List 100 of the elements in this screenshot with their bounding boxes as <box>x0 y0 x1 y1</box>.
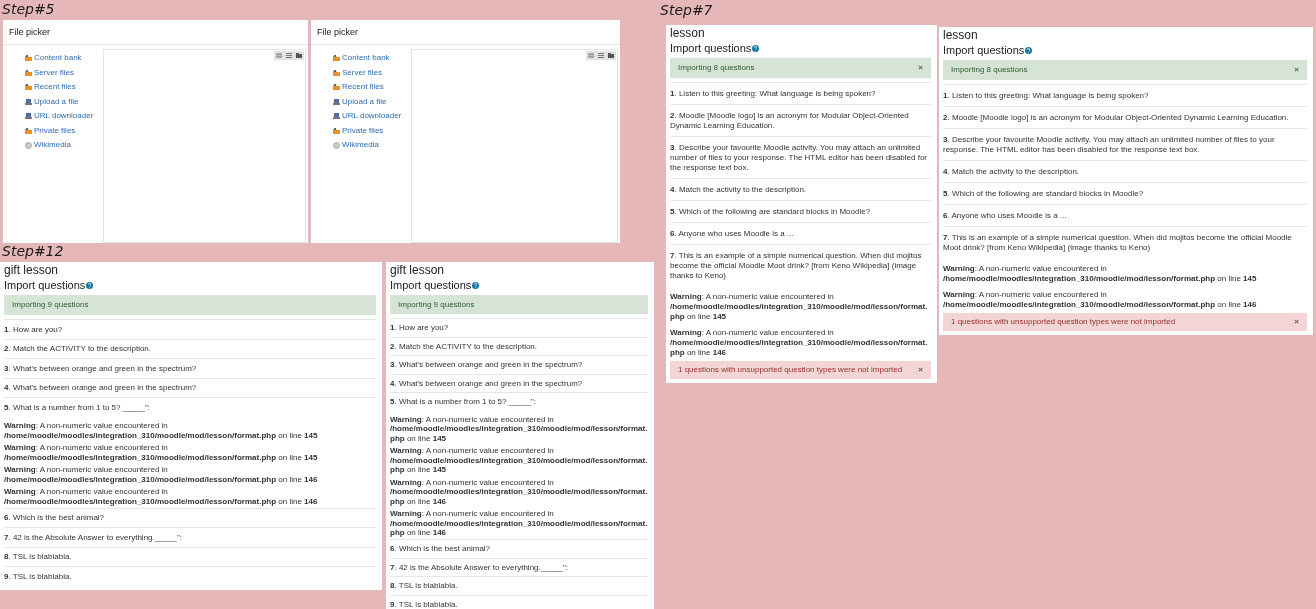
question-item: 1. How are you? <box>390 318 648 337</box>
question-item: 2. Match the ACTIVITY to the description. <box>4 338 376 358</box>
question-item: 3. What's between orange and green in the spectrum? <box>4 358 376 378</box>
question-item: 7. 42 is the Absolute Answer to everything._____": <box>390 557 648 576</box>
question-item: 1. How are you? <box>4 319 376 339</box>
notice-text: Importing 8 questions <box>951 65 1028 75</box>
folder-view-button[interactable] <box>606 51 616 60</box>
close-button[interactable]: × <box>1294 316 1299 327</box>
question-item: 3. Describe your favourite Moodle activity. You may attach an unlimited number of files to your response. The HTML editor has been disabled for the response text box. <box>943 128 1307 160</box>
help-icon[interactable] <box>1025 47 1033 54</box>
help-icon[interactable] <box>86 282 94 289</box>
question-item: 1. Listen to this greeting: What language is being spoken? <box>943 84 1307 106</box>
folder-icon <box>333 55 340 62</box>
repository-link[interactable]: Wikimedia <box>25 140 103 151</box>
folder-icon <box>25 55 32 62</box>
notice-text: Importing 9 questions <box>398 299 475 310</box>
list-view-button[interactable] <box>596 51 606 60</box>
folder-view-button[interactable] <box>294 51 304 60</box>
list-icon <box>598 53 604 58</box>
repository-link[interactable]: Content bank <box>25 53 103 64</box>
page-heading: Import questions <box>4 278 86 293</box>
dialog-title: File picker <box>3 20 308 45</box>
folder-icon <box>333 127 340 134</box>
computer-icon <box>25 98 32 105</box>
notice-text: Importing 9 questions <box>12 300 89 310</box>
repository-link[interactable]: Private files <box>333 125 411 136</box>
question-item: 6. Anyone who uses Moodle is a ... <box>943 204 1307 226</box>
question-item: 5. Which of the following are standard blocks in Moodle? <box>943 182 1307 204</box>
repository-link[interactable]: Content bank <box>333 53 411 64</box>
computer-icon <box>333 98 340 105</box>
question-item: 4. Match the activity to the description. <box>670 178 931 200</box>
question-item: 2. Moodle [Moodle logo] is an acronym for Modular Object-Oriented Dynamic Learning Education. <box>670 104 931 136</box>
help-icon[interactable] <box>472 282 480 289</box>
notice-text: 1 questions with unsupported question types were not imported <box>678 364 903 375</box>
repository-link[interactable]: Recent files <box>333 82 411 93</box>
question-item: 4. What's between orange and green in the spectrum? <box>4 377 376 397</box>
warning-message: Warning: A non-numeric value encountered in /home/moodle/moodles/integration_310/moodle/mod/lesson/format.php on line 146 <box>390 508 648 539</box>
close-button[interactable]: × <box>918 63 923 73</box>
question-item: 4. What's between orange and green in the spectrum? <box>390 373 648 392</box>
repository-link[interactable]: Server files <box>25 67 103 78</box>
warning-message: Warning: A non-numeric value encountered in /home/moodle/moodles/integration_310/moodle/mod/lesson/format.php on line 146 <box>670 326 929 359</box>
warning-message: Warning: A non-numeric value encountered in /home/moodle/moodles/integration_310/moodle/mod/lesson/format.php on line 145 <box>943 262 1258 285</box>
folder-icon <box>296 53 302 58</box>
globe-icon <box>333 141 340 149</box>
question-item: 7. This is an example of a simple numerical question. When did mojitos become the official Moodle Moot drink? [from Keno Wikipedia] (image thanks to Keno) <box>670 244 931 286</box>
question-item: 9. TSL is blablabla. <box>390 594 648 609</box>
repository-link[interactable]: Private files <box>25 125 103 136</box>
question-item: 7. 42 is the Absolute Answer to everything._____": <box>4 527 376 547</box>
question-item: 4. Match the activity to the description. <box>943 160 1307 182</box>
page-title: lesson <box>670 26 706 41</box>
question-item: 6. Which is the best animal? <box>4 507 376 527</box>
step-label: Step#7 <box>660 2 713 19</box>
repository-link[interactable]: Server files <box>333 67 411 78</box>
notice-text: 1 questions with unsupported question types were not imported <box>951 316 1176 327</box>
page-heading: Import questions <box>670 41 752 56</box>
close-button[interactable]: × <box>1294 65 1299 75</box>
computer-icon <box>25 113 32 120</box>
repository-link[interactable]: URL downloader <box>333 111 411 122</box>
question-item: 8. TSL is blablabla. <box>390 576 648 595</box>
question-item: 7. This is an example of a simple numerical question. When did mojitos become the official Moodle Moot drink? [from Keno Wikipedia] (image thanks to Keno) <box>943 226 1307 258</box>
close-button[interactable]: × <box>918 364 923 375</box>
folder-icon <box>25 84 32 91</box>
question-item: 2. Match the ACTIVITY to the description. <box>390 336 648 355</box>
repository-link[interactable]: Upload a file <box>25 96 103 107</box>
help-icon[interactable] <box>752 45 760 52</box>
warning-message: Warning: A non-numeric value encountered in /home/moodle/moodles/integration_310/moodle/mod/lesson/format.php on line 145 <box>4 420 319 442</box>
page-title: lesson <box>943 28 979 43</box>
dialog-title: File picker <box>311 20 620 45</box>
question-item: 5. What is a number from 1 to 5? _____": <box>4 397 376 417</box>
question-item: 1. Listen to this greeting: What language is being spoken? <box>670 82 931 104</box>
warning-message: Warning: A non-numeric value encountered in /home/moodle/moodles/integration_310/moodle/mod/lesson/format.php on line 145 <box>390 413 648 445</box>
notice-text: Importing 8 questions <box>678 63 755 73</box>
folder-icon <box>333 84 340 91</box>
list-icon <box>286 53 292 58</box>
repository-link[interactable]: Wikimedia <box>333 140 411 151</box>
question-item: 6. Which is the best animal? <box>390 539 648 558</box>
repository-link[interactable]: Upload a file <box>333 96 411 107</box>
warning-message: Warning: A non-numeric value encountered in /home/moodle/moodles/integration_310/moodle/mod/lesson/format.php on line 146 <box>4 486 319 508</box>
folder-icon <box>25 127 32 134</box>
page-title: gift lesson <box>4 263 60 278</box>
warning-message: Warning: A non-numeric value encountered in /home/moodle/moodles/integration_310/moodle/mod/lesson/format.php on line 145 <box>4 442 319 464</box>
question-item: 6. Anyone who uses Moodle is a ... <box>670 222 931 244</box>
question-item: 8. TSL is blablabla. <box>4 546 376 566</box>
warning-message: Warning: A non-numeric value encountered in /home/moodle/moodles/integration_310/moodle/mod/lesson/format.php on line 146 <box>943 288 1258 311</box>
question-item: 3. What's between orange and green in the spectrum? <box>390 355 648 374</box>
folder-icon <box>25 69 32 76</box>
step-label: Step#5 <box>2 1 55 18</box>
question-item: 5. Which of the following are standard blocks in Moodle? <box>670 200 931 222</box>
globe-icon <box>25 141 32 149</box>
question-item: 2. Moodle [Moodle logo] is an acronym for Modular Object-Oriented Dynamic Learning Education. <box>943 106 1307 128</box>
folder-icon <box>608 53 614 58</box>
list-view-button[interactable] <box>284 51 294 60</box>
repository-link[interactable]: Recent files <box>25 82 103 93</box>
page-title: gift lesson <box>390 263 446 278</box>
step-label: Step#12 <box>2 243 64 260</box>
question-item: 3. Describe your favourite Moodle activity. You may attach an unlimited number of files to your response. The HTML editor has been disabled for the response text box. <box>670 136 931 178</box>
repository-link[interactable]: URL downloader <box>25 111 103 122</box>
warning-message: Warning: A non-numeric value encountered in /home/moodle/moodles/integration_310/moodle/mod/lesson/format.php on line 146 <box>4 464 319 486</box>
page-heading: Import questions <box>390 278 472 293</box>
warning-message: Warning: A non-numeric value encountered in /home/moodle/moodles/integration_310/moodle/mod/lesson/format.php on line 145 <box>390 445 648 476</box>
